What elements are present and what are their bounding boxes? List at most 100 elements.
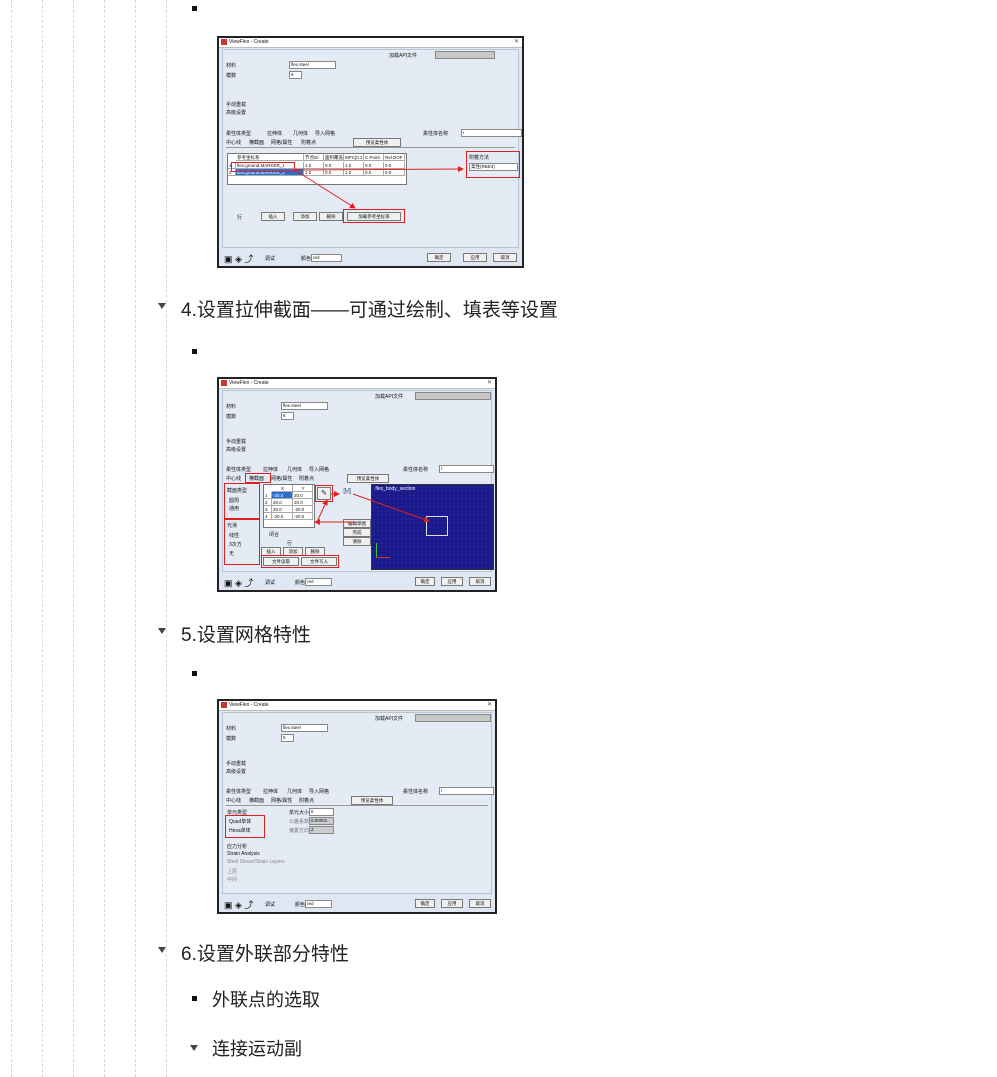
section-canvas[interactable]: .flex_body_section: [371, 484, 494, 570]
section-generic-radio[interactable]: 通用: [229, 505, 239, 512]
modes-field[interactable]: 6: [289, 71, 302, 79]
color-select[interactable]: red: [305, 900, 332, 908]
table-cell[interactable]: -20.0: [272, 513, 293, 520]
collapse-caret-icon[interactable]: [158, 947, 166, 953]
tab-mesh[interactable]: 网格/属性: [271, 797, 292, 804]
tab-mesh[interactable]: 网格/属性: [271, 139, 292, 146]
preview-button[interactable]: 预览柔性体: [347, 474, 389, 483]
table-cell[interactable]: 1.0: [304, 162, 324, 169]
table-cell[interactable]: 1.0: [304, 169, 324, 176]
table-cell[interactable]: 1.0: [344, 162, 364, 169]
tab-attach[interactable]: 附着点: [299, 475, 314, 482]
finish-button[interactable]: 完成: [343, 528, 371, 537]
table-cell[interactable]: -20.0: [293, 513, 313, 520]
tab-attach[interactable]: 附着点: [301, 139, 316, 146]
insert-button[interactable]: 插入: [261, 212, 285, 221]
flex-name-field[interactable]: r: [439, 465, 494, 473]
advanced-checkbox[interactable]: 高级设置: [226, 109, 246, 116]
strain-checkbox[interactable]: Strain Analysis: [227, 851, 260, 857]
type-import-radio[interactable]: 导入网格: [315, 130, 335, 137]
table-cell[interactable]: 20.0: [293, 499, 313, 506]
modes-field[interactable]: 6: [281, 734, 294, 742]
table-cell[interactable]: 0.0: [384, 169, 405, 176]
cancel-button[interactable]: 取消: [493, 253, 517, 262]
table-cell[interactable]: 0.0: [324, 169, 344, 176]
manual-reload-checkbox[interactable]: 手动重载: [226, 101, 246, 108]
tab-mesh[interactable]: 网格/属性: [271, 475, 292, 482]
plot-icon[interactable]: 𝕄: [343, 487, 351, 496]
tool-icons[interactable]: ▣ ◈ ⤴: [224, 252, 253, 265]
api-field[interactable]: [435, 51, 495, 59]
close-icon[interactable]: ✕: [514, 38, 519, 45]
type-extrude-radio[interactable]: 拉伸体: [263, 466, 278, 473]
type-import-radio[interactable]: 导入网格: [309, 788, 329, 795]
apply-button[interactable]: 应用: [441, 899, 463, 908]
elem-size-field[interactable]: 5: [309, 808, 334, 816]
attach-method-select[interactable]: 柔性(RBE3): [469, 163, 518, 171]
debug-checkbox[interactable]: 调试: [265, 255, 275, 262]
smooth-cubic-radio[interactable]: 3次方: [229, 541, 242, 548]
type-extrude-radio[interactable]: 拉伸体: [267, 130, 282, 137]
preview-button[interactable]: 预览柔性体: [353, 138, 401, 147]
type-geometry-radio[interactable]: 几何体: [293, 130, 308, 137]
table-cell[interactable]: 0.0: [364, 169, 384, 176]
modes-field[interactable]: 6: [281, 412, 294, 420]
table-cell[interactable]: 20.0: [293, 492, 313, 499]
material-field[interactable]: flex.steel: [281, 724, 328, 732]
manual-reload-checkbox[interactable]: 手动重载: [226, 438, 246, 445]
advanced-checkbox[interactable]: 高级设置: [226, 768, 246, 775]
material-field[interactable]: flex.steel: [289, 61, 336, 69]
stress-checkbox[interactable]: 应力分析: [227, 843, 247, 850]
collapse-caret-icon[interactable]: [158, 628, 166, 634]
flex-name-field[interactable]: r: [461, 129, 522, 137]
close-icon[interactable]: ✕: [487, 379, 492, 386]
advanced-checkbox[interactable]: 高级设置: [226, 446, 246, 453]
apply-button[interactable]: 应用: [463, 253, 487, 262]
table-cell[interactable]: 20.0: [272, 506, 293, 513]
table-cell[interactable]: 0.0: [364, 162, 384, 169]
type-geometry-radio[interactable]: 几何体: [287, 466, 302, 473]
preview-button[interactable]: 预览柔性体: [351, 796, 393, 805]
material-field[interactable]: flex.steel: [281, 402, 328, 410]
tab-section[interactable]: 横截面: [249, 139, 264, 146]
ok-button[interactable]: 确定: [415, 899, 435, 908]
middle-radio[interactable]: 中间: [227, 876, 237, 883]
quad-radio[interactable]: Quad单体: [229, 818, 251, 825]
table-cell[interactable]: 20.0: [272, 499, 293, 506]
hexa-radio[interactable]: Hexa单体: [229, 827, 251, 834]
api-field[interactable]: [415, 714, 491, 722]
cancel-button[interactable]: 取消: [469, 577, 491, 586]
tolerance-field[interactable]: 0.00001: [309, 817, 334, 825]
cancel-button[interactable]: 取消: [469, 899, 491, 908]
apply-button[interactable]: 应用: [441, 577, 463, 586]
table-cell-selected[interactable]: -20.0: [272, 492, 293, 499]
edit-section-button[interactable]: 编辑草图: [343, 519, 371, 528]
smooth-linear-radio[interactable]: 线性: [229, 532, 239, 539]
tab-attach[interactable]: 附着点: [299, 797, 314, 804]
type-import-radio[interactable]: 导入网格: [309, 466, 329, 473]
table-cell[interactable]: 1.0: [344, 169, 364, 176]
table-cell[interactable]: 0.0: [324, 162, 344, 169]
color-select[interactable]: red: [305, 578, 332, 586]
tab-center[interactable]: 中心线: [226, 797, 241, 804]
tab-center[interactable]: 中心线: [226, 475, 241, 482]
closed-checkbox[interactable]: 闭合: [269, 531, 279, 538]
clear-button[interactable]: 清除: [343, 537, 371, 546]
close-icon[interactable]: ✕: [487, 701, 492, 708]
tool-icons[interactable]: ▣ ◈ ⤴: [224, 576, 253, 589]
type-extrude-radio[interactable]: 拉伸体: [263, 788, 278, 795]
collapse-caret-icon[interactable]: [158, 303, 166, 309]
flex-name-field[interactable]: r: [439, 787, 494, 795]
type-geometry-radio[interactable]: 几何体: [287, 788, 302, 795]
manual-reload-checkbox[interactable]: 手动重载: [226, 760, 246, 767]
tab-center[interactable]: 中心线: [226, 139, 241, 146]
offset-select[interactable]: Z: [309, 826, 334, 834]
add-button[interactable]: 添加: [293, 212, 317, 221]
tab-section[interactable]: 横截面: [249, 797, 264, 804]
section-circle-radio[interactable]: 圆周: [229, 497, 239, 504]
ok-button[interactable]: 确定: [427, 253, 451, 262]
debug-checkbox[interactable]: 调试: [265, 901, 275, 908]
debug-checkbox[interactable]: 调试: [265, 579, 275, 586]
ok-button[interactable]: 确定: [415, 577, 435, 586]
api-field[interactable]: [415, 392, 491, 400]
